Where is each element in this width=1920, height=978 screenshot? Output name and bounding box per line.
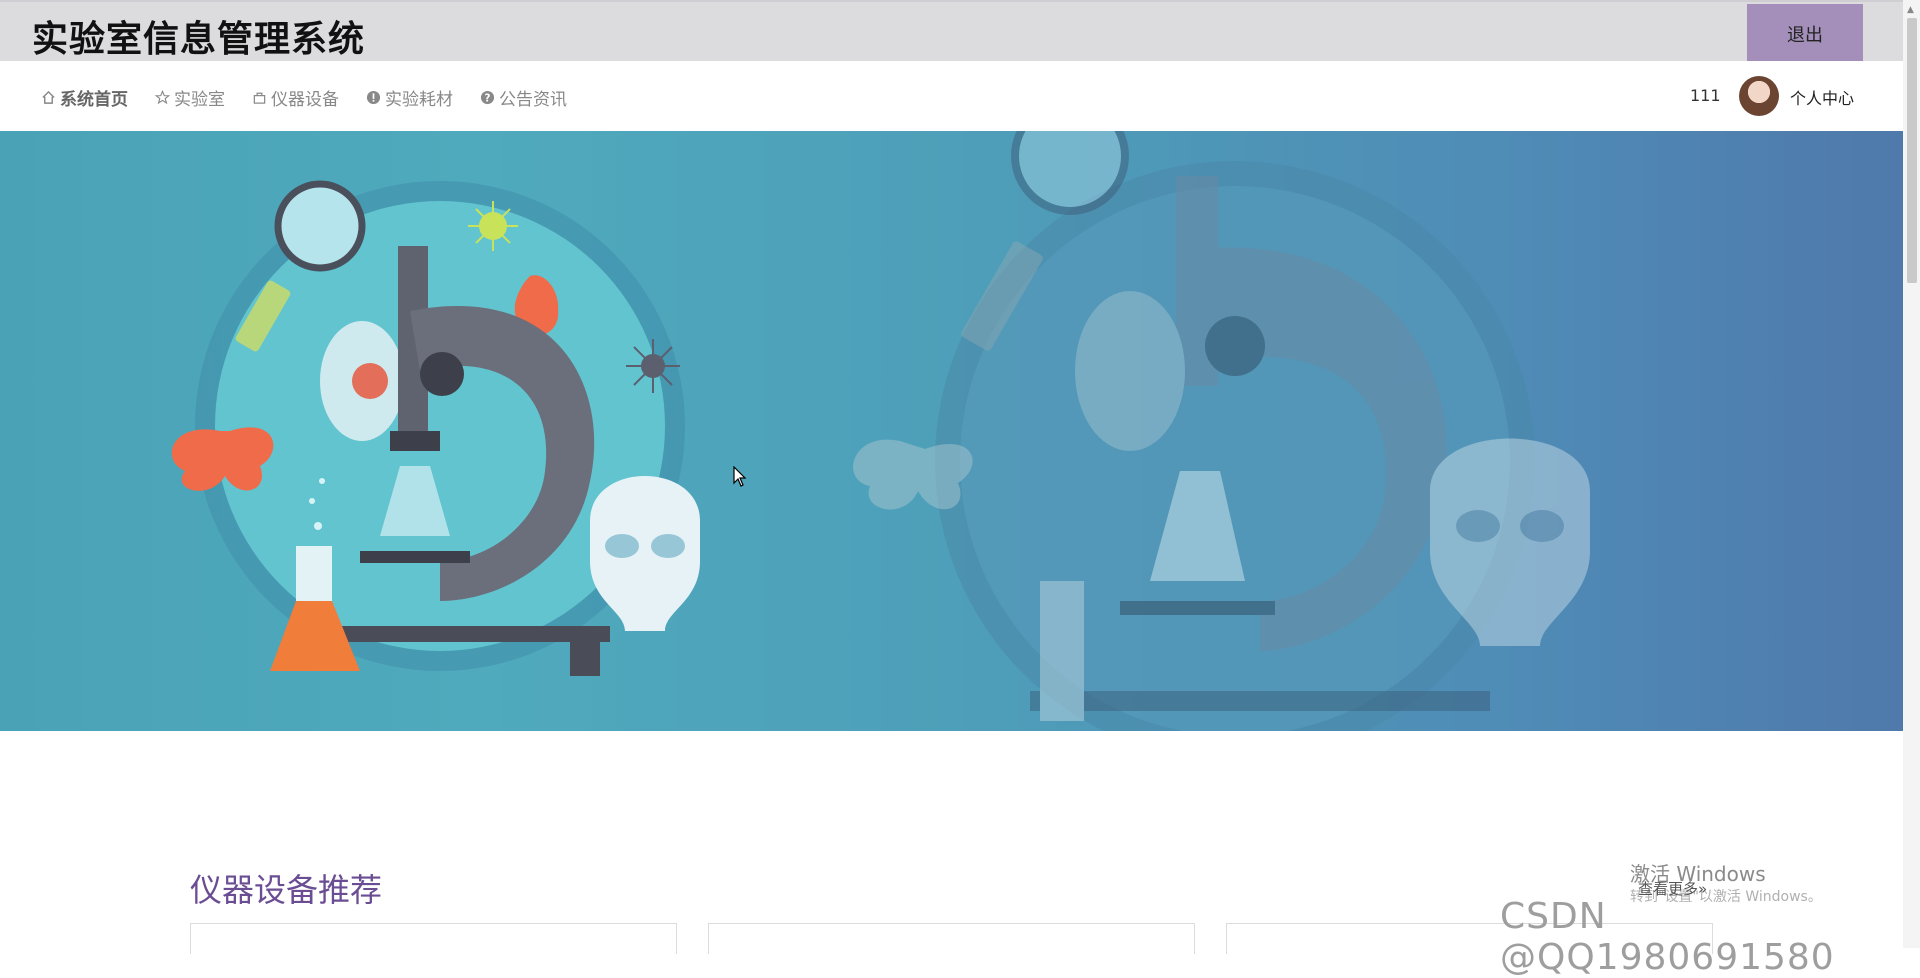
csdn-watermark: CSDN @QQ1980691580 <box>1500 896 1835 978</box>
nav-label: 实验耗材 <box>385 90 453 110</box>
nav-item-consumables[interactable]: 实验耗材 <box>365 85 453 110</box>
top-header: 实验室信息管理系统 退出 <box>0 0 1903 63</box>
avatar[interactable] <box>1739 76 1779 116</box>
home-icon <box>40 90 56 106</box>
scroll-up-icon[interactable]: ▲ <box>1907 5 1914 15</box>
star-icon <box>154 90 170 106</box>
lab-illustration <box>171 131 1590 731</box>
info-icon <box>365 90 381 106</box>
logout-button[interactable]: 退出 <box>1747 4 1863 63</box>
question-icon: ? <box>479 90 495 106</box>
hero-banner <box>0 131 1903 731</box>
nav-label: 仪器设备 <box>271 90 339 110</box>
vertical-scrollbar[interactable]: ▲ <box>1903 0 1920 948</box>
mouse-cursor-icon <box>733 466 747 487</box>
bag-icon <box>251 90 267 106</box>
user-center-link[interactable]: 个人中心 <box>1790 85 1854 109</box>
main-nav: 系统首页 实验室 仪器设备 实验耗材 ? 公告资讯 111 个人中心 <box>0 61 1903 131</box>
svg-text:?: ? <box>484 92 490 104</box>
nav-label: 公告资讯 <box>499 90 567 110</box>
nav-label: 实验室 <box>174 90 225 110</box>
nav-item-announcements[interactable]: ? 公告资讯 <box>479 85 567 110</box>
section-title: 仪器设备推荐 <box>190 871 383 909</box>
nav-item-lab[interactable]: 实验室 <box>154 85 225 110</box>
nav-item-home[interactable]: 系统首页 <box>40 85 128 110</box>
user-count: 111 <box>1690 86 1721 105</box>
app-title: 实验室信息管理系统 <box>32 19 366 60</box>
equipment-card[interactable] <box>708 923 1195 954</box>
nav-label: 系统首页 <box>60 90 128 110</box>
nav-item-equipment[interactable]: 仪器设备 <box>251 85 339 110</box>
equipment-card[interactable] <box>190 923 677 954</box>
scroll-thumb[interactable] <box>1907 18 1917 283</box>
